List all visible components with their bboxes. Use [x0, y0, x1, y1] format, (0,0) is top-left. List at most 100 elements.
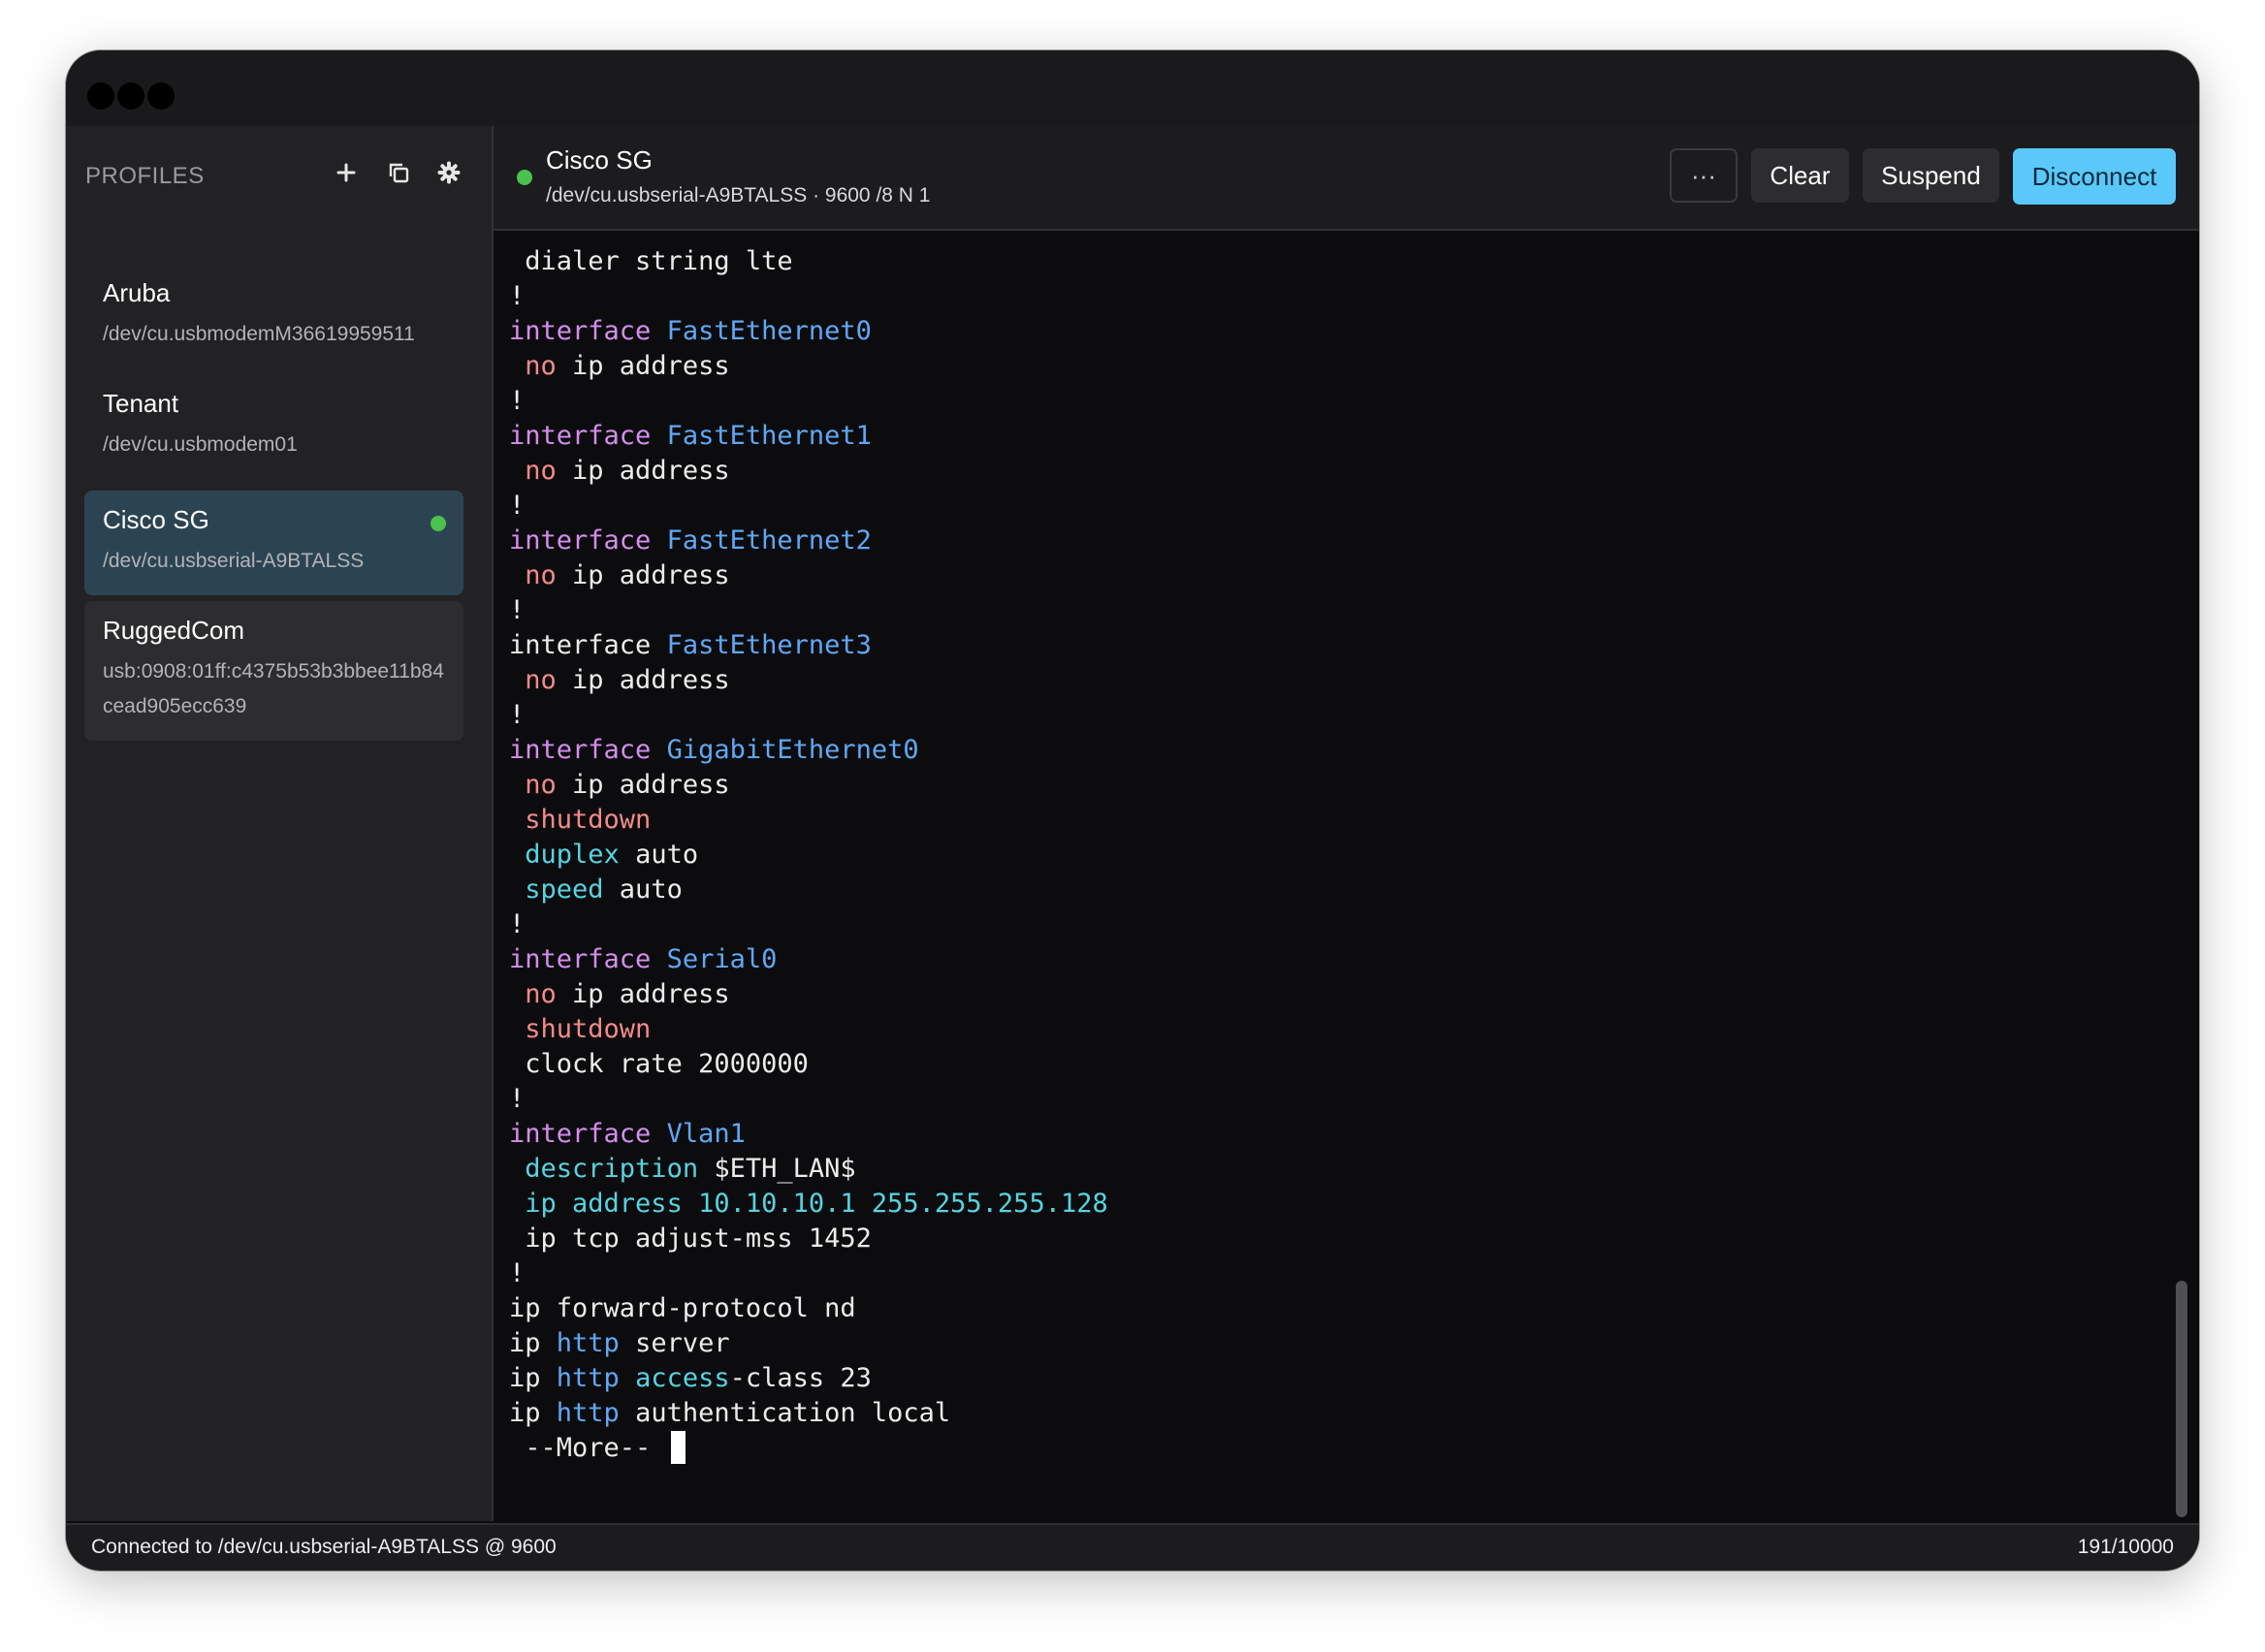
- profile-name: RuggedCom: [103, 616, 244, 645]
- terminal-line: no ip address: [509, 977, 1108, 1012]
- terminal-text: auto: [603, 874, 683, 905]
- terminal-line: dialer string lte: [509, 244, 1108, 279]
- title-bar: [66, 50, 2199, 126]
- terminal-line: interface GigabitEthernet0: [509, 733, 1108, 768]
- terminal-text: ip forward-protocol nd: [509, 1293, 856, 1323]
- profile-item-aruba[interactable]: Aruba /dev/cu.usbmodemM36619959511: [84, 264, 463, 368]
- minimize-window-button[interactable]: [117, 82, 144, 110]
- profile-settings-button[interactable]: [430, 153, 468, 192]
- terminal-text: interface: [509, 944, 667, 974]
- terminal-text: server: [619, 1328, 730, 1358]
- terminal-line: ip forward-protocol nd: [509, 1291, 1108, 1326]
- terminal-line: description $ETH_LAN$: [509, 1152, 1108, 1187]
- terminal-prompt-line: --More--: [509, 1431, 1108, 1466]
- terminal-text: FastEthernet3: [666, 630, 872, 660]
- terminal-text: interface: [509, 1119, 667, 1149]
- status-bar: Connected to /dev/cu.usbserial-A9BTALSS …: [66, 1523, 2199, 1571]
- terminal-text: !: [509, 386, 526, 416]
- clear-button[interactable]: Clear: [1751, 148, 1849, 203]
- buffer-line-count: 191/10000: [2077, 1536, 2174, 1558]
- terminal-text: !: [509, 595, 526, 625]
- profile-item-tenant[interactable]: Tenant /dev/cu.usbmodem01: [84, 374, 463, 479]
- profile-item-cisco-sg[interactable]: Cisco SG /dev/cu.usbserial-A9BTALSS: [84, 491, 463, 595]
- terminal-lines: dialer string lte! interface FastEthernet…: [509, 244, 1108, 1466]
- terminal-line: duplex auto: [509, 838, 1108, 873]
- terminal-text: dialer string lte: [509, 246, 793, 276]
- profile-path: /dev/cu.usbserial-A9BTALSS: [103, 550, 365, 572]
- add-profile-button[interactable]: [327, 153, 366, 192]
- terminal-text: clock rate 2000000: [509, 1049, 809, 1079]
- profile-name: Cisco SG: [103, 505, 209, 534]
- terminal-text: ip: [509, 1363, 557, 1393]
- terminal-text: speed: [525, 874, 604, 905]
- duplicate-profile-button[interactable]: [379, 153, 418, 192]
- close-window-button[interactable]: [87, 82, 114, 110]
- terminal-line: !: [509, 593, 1108, 628]
- more-icon: ···: [1691, 160, 1716, 190]
- terminal-text: !: [509, 1258, 526, 1288]
- zoom-window-button[interactable]: [147, 82, 175, 110]
- profile-item-ruggedcom[interactable]: RuggedCom usb:0908:01ff:c4375b53b3bbee11…: [84, 601, 463, 741]
- more-button[interactable]: ···: [1670, 148, 1738, 203]
- terminal-text: ip address: [556, 665, 730, 695]
- disconnect-button[interactable]: Disconnect: [2013, 148, 2176, 205]
- terminal-text: ip address: [556, 770, 730, 800]
- terminal-line: interface FastEthernet1: [509, 419, 1108, 454]
- terminal-text: interface: [509, 421, 667, 451]
- terminal-text: no: [525, 770, 557, 800]
- terminal-text: ip tcp adjust-mss 1452: [509, 1223, 872, 1254]
- terminal-text: ip address: [556, 351, 730, 381]
- connection-status-text: Connected to /dev/cu.usbserial-A9BTALSS …: [91, 1536, 557, 1558]
- terminal-line: interface Vlan1: [509, 1117, 1108, 1152]
- session-header: Cisco SG /dev/cu.usbserial-A9BTALSS · 96…: [494, 126, 2199, 231]
- suspend-button[interactable]: Suspend: [1863, 148, 1999, 203]
- terminal-text: description: [525, 1154, 699, 1184]
- session-title: Cisco SG: [546, 145, 653, 175]
- profiles-sidebar: PROFILES Aruba /dev/cu.usbmodemM36619959…: [66, 126, 494, 1521]
- terminal-line: !: [509, 489, 1108, 524]
- connection-status-dot: [517, 170, 532, 185]
- terminal-text: !: [509, 1084, 526, 1114]
- terminal-text: access: [635, 1363, 730, 1393]
- terminal-text: auto: [619, 840, 699, 870]
- terminal-line: no ip address: [509, 768, 1108, 803]
- terminal-text: FastEthernet0: [666, 316, 872, 346]
- terminal-text: FastEthernet2: [666, 525, 872, 556]
- terminal-line: !: [509, 279, 1108, 314]
- terminal-text: http: [556, 1363, 620, 1393]
- terminal-line: !: [509, 384, 1108, 419]
- terminal-text: duplex: [525, 840, 620, 870]
- terminal-line: !: [509, 1256, 1108, 1291]
- terminal-line: ip tcp adjust-mss 1452: [509, 1222, 1108, 1256]
- terminal-text: authentication local: [619, 1398, 951, 1428]
- terminal-line: clock rate 2000000: [509, 1047, 1108, 1082]
- terminal-text: !: [509, 491, 526, 521]
- terminal-text: -class 23: [729, 1363, 872, 1393]
- terminal-text: no: [525, 560, 557, 590]
- terminal-line: !: [509, 907, 1108, 942]
- terminal-text: FastEthernet1: [666, 421, 872, 451]
- terminal-text: !: [509, 909, 526, 939]
- terminal-text: ip: [509, 1398, 557, 1428]
- terminal-text: !: [509, 700, 526, 730]
- terminal-output[interactable]: dialer string lte! interface FastEthernet…: [494, 231, 2199, 1521]
- terminal-line: no ip address: [509, 558, 1108, 593]
- terminal-line: ip address 10.10.10.1 255.255.255.128: [509, 1187, 1107, 1222]
- terminal-scrollbar[interactable]: [2176, 1281, 2187, 1517]
- terminal-line: no ip address: [509, 663, 1108, 698]
- terminal-line: !: [509, 698, 1108, 733]
- terminal-text: ip: [509, 1328, 557, 1358]
- terminal-line: interface FastEthernet2: [509, 524, 1108, 558]
- session-subtitle: /dev/cu.usbserial-A9BTALSS · 9600 /8 N 1: [546, 184, 931, 206]
- terminal-line: no ip address: [509, 454, 1108, 489]
